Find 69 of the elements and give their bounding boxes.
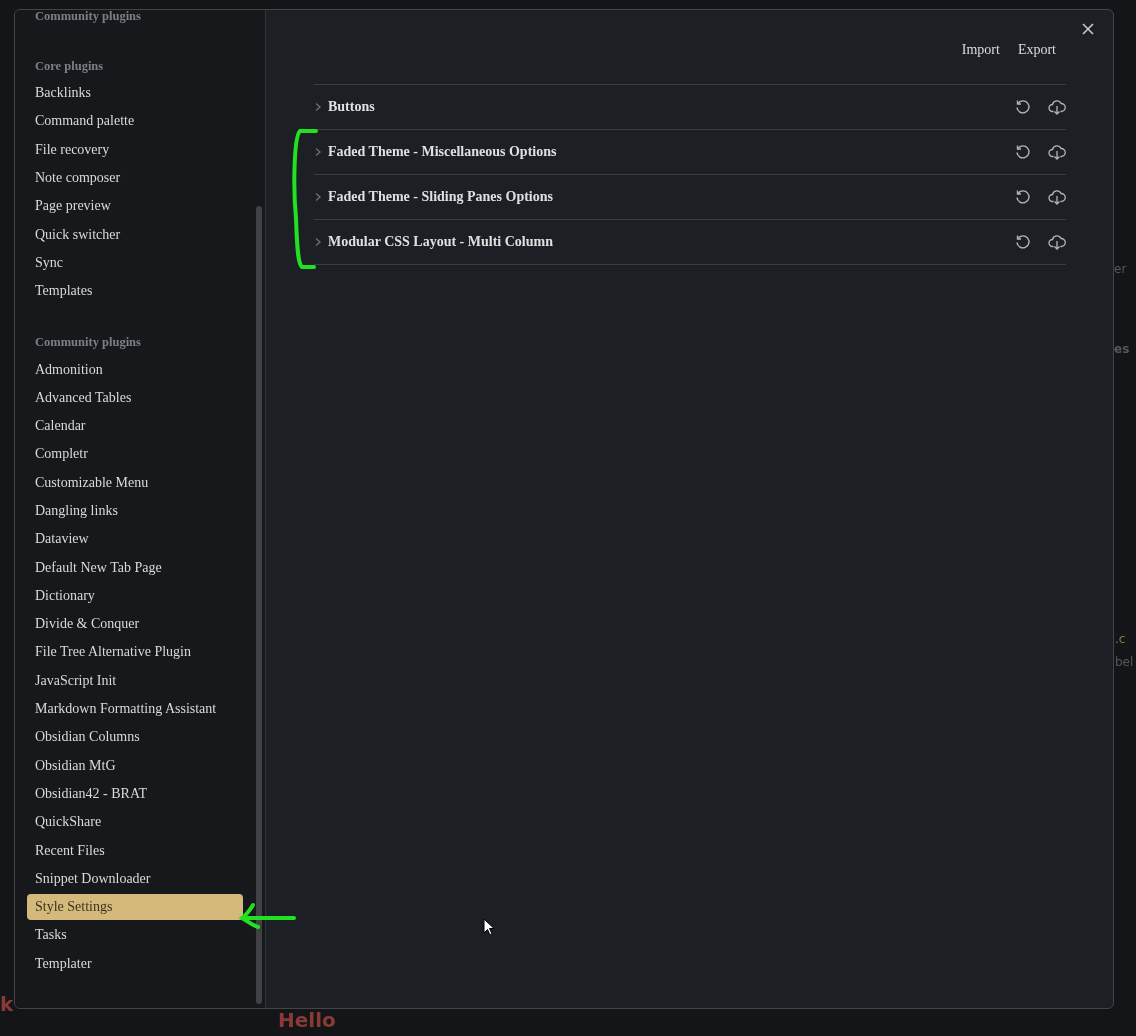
cloud-download-icon (1048, 233, 1066, 251)
sidebar-item[interactable]: Dataview (27, 526, 243, 553)
sidebar-item[interactable]: File Tree Alternative Plugin (27, 639, 243, 666)
sidebar-item[interactable]: Admonition (27, 356, 243, 383)
sidebar-item[interactable]: Markdown Formatting Assistant (27, 695, 243, 723)
sidebar-item[interactable]: Command palette (27, 108, 243, 135)
sidebar-item[interactable]: Sync (27, 249, 243, 277)
cloud-download-icon (1048, 143, 1066, 161)
reset-icon (1014, 98, 1032, 116)
export-button[interactable] (1048, 143, 1066, 161)
sidebar-item[interactable]: Backlinks (27, 80, 243, 107)
sidebar-item[interactable]: Dangling links (27, 497, 243, 525)
section-title: Faded Theme - Miscellaneous Options (328, 144, 558, 160)
background-text: es (1114, 342, 1130, 356)
reset-button[interactable] (1014, 143, 1032, 161)
sidebar-item[interactable]: Divide & Conquer (27, 611, 243, 638)
export-button[interactable] (1048, 98, 1066, 116)
sidebar-item[interactable]: JavaScript Init (27, 667, 243, 694)
sidebar-item[interactable]: Snippet Downloader (27, 865, 243, 892)
sidebar-item[interactable]: Obsidian Columns (27, 724, 243, 751)
sidebar-item[interactable]: Templater (27, 950, 243, 977)
close-icon (1081, 22, 1095, 36)
sidebar-item[interactable]: Quick switcher (27, 221, 243, 248)
section-title: Buttons (328, 99, 376, 115)
section-row[interactable]: Faded Theme - Miscellaneous Options (314, 129, 1066, 174)
header-link[interactable]: Import (961, 42, 1000, 60)
header-link[interactable]: Export (1017, 42, 1056, 60)
section-row[interactable]: Faded Theme - Sliding Panes Options (314, 174, 1066, 219)
sidebar-heading: Community plugins (34, 10, 142, 25)
cursor-icon (483, 918, 495, 937)
scrollbar[interactable] (256, 206, 262, 1004)
sidebar-item[interactable]: Default New Tab Page (27, 554, 243, 581)
background-text: er (1114, 262, 1127, 276)
sidebar-item[interactable]: Page preview (27, 193, 243, 220)
sidebar-item[interactable]: File recovery (27, 136, 243, 163)
cloud-download-icon (1048, 188, 1066, 206)
sidebar-item[interactable]: Obsidian MtG (27, 752, 243, 779)
sidebar-item[interactable]: Style Settings (27, 894, 243, 921)
cloud-download-icon (1048, 98, 1066, 116)
sidebar-item[interactable]: Customizable Menu (27, 469, 243, 496)
sidebar-heading: Community plugins (34, 333, 142, 351)
background-text: .c (1115, 632, 1126, 646)
sidebar-item[interactable]: Calendar (27, 412, 243, 440)
reset-button[interactable] (1014, 98, 1032, 116)
sidebar-item[interactable]: Completr (27, 441, 243, 468)
reset-icon (1014, 233, 1032, 251)
sidebar-item[interactable]: Tasks (27, 922, 243, 949)
export-button[interactable] (1048, 233, 1066, 251)
background-text: k (0, 992, 14, 1016)
sidebar-heading: Core plugins (34, 57, 105, 75)
sidebar-item[interactable]: Recent Files (27, 837, 243, 864)
reset-icon (1014, 188, 1032, 206)
sidebar-item[interactable]: Dictionary (27, 582, 243, 610)
background-text: bel (1115, 655, 1134, 669)
arrow-annotation (238, 901, 298, 931)
reset-button[interactable] (1014, 188, 1032, 206)
export-button[interactable] (1048, 188, 1066, 206)
sidebar-item[interactable]: Advanced Tables (27, 384, 243, 411)
section-title: Modular CSS Layout - Multi Column (328, 234, 554, 250)
background-text: Hello (278, 1008, 336, 1032)
sidebar-item[interactable]: Templates (27, 278, 243, 305)
reset-icon (1014, 143, 1032, 161)
sidebar-item[interactable]: QuickShare (27, 809, 243, 836)
section-row[interactable]: Buttons (314, 84, 1066, 129)
reset-button[interactable] (1014, 233, 1032, 251)
section-row[interactable]: Modular CSS Layout - Multi Column (314, 219, 1066, 264)
sidebar-item[interactable]: Obsidian42 - BRAT (27, 780, 243, 808)
sidebar-item[interactable]: Note composer (27, 164, 243, 192)
section-title: Faded Theme - Sliding Panes Options (328, 189, 554, 205)
